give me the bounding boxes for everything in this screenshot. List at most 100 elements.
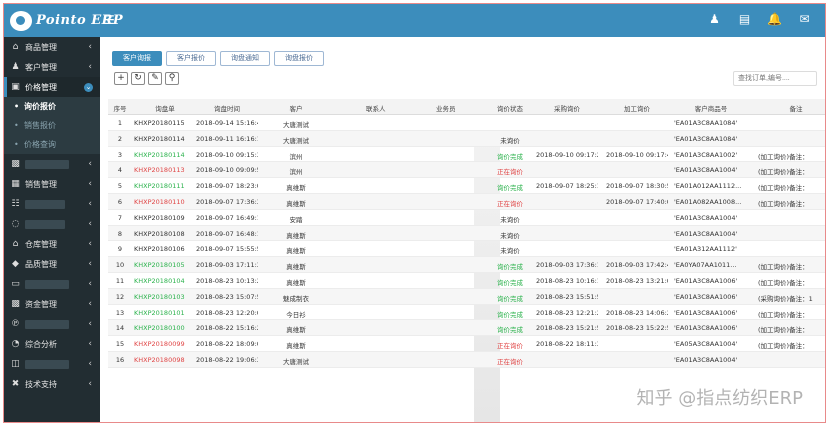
header-inquiry-no[interactable]: 询盘单 [134, 103, 196, 113]
cell-index: 12 [115, 292, 125, 301]
hamburger-icon[interactable]: ☰ [104, 14, 116, 26]
table-row[interactable]: 9 KHXP201801062018-09-07 15:55:57 真维斯 未询价 'E… [108, 241, 825, 258]
user-icon[interactable]: ♟ [708, 12, 721, 26]
cell-inquiry-no[interactable]: KHXP20180104 [134, 277, 196, 285]
sidebar-item-analysis[interactable]: ◔ 综合分析 ‹ [4, 334, 100, 354]
sidebar-item-customers[interactable]: ♟ 客户管理 ‹ [4, 57, 100, 77]
search-icon[interactable]: ⚲ [165, 72, 179, 85]
cell-inquiry-no[interactable]: KHXP20180106 [134, 245, 196, 253]
table-row[interactable]: 13 KHXP201801012018-08-23 12:20:08 今日衫 询价完成… [108, 305, 825, 321]
tab-inquiry-quote[interactable]: 询盘报价 [274, 51, 324, 66]
table-row[interactable]: 10 KHXP201801052018-09-03 17:11:39 真维斯 询价完成… [108, 257, 825, 273]
sidebar-item-products[interactable]: ⌂ 商品管理 ‹ [4, 37, 100, 57]
sidebar-item-support[interactable]: ✖ 技术支持 ‹ [4, 374, 100, 394]
table-row[interactable]: 1 KHXP201801152018-09-14 15:16:43 大唐测试 'EA0… [108, 115, 825, 131]
cell-index: 6 [117, 197, 123, 206]
edit-icon[interactable]: ✎ [148, 72, 162, 85]
cell-inquiry-no[interactable]: KHXP20180109 [134, 214, 196, 222]
sidebar-subitem-sales-quote[interactable]: • 销售报价 [4, 116, 100, 135]
header-customer-product-no[interactable]: 客户商品号 [674, 103, 748, 113]
table-row[interactable]: 8 KHXP201801082018-09-07 16:48:13 真维斯 未询价 'E… [108, 225, 825, 242]
cell-customer: 真维斯 [286, 278, 306, 287]
sidebar-item-sales[interactable]: ▦ 销售管理 ‹ [4, 174, 100, 194]
sidebar-item-redacted-1[interactable]: ▩ ‹ [4, 154, 100, 174]
cell-process-quote: 2018-08-23 13:21:07 [606, 276, 668, 285]
table-row[interactable]: 6 KHXP201801102018-09-07 17:36:34 真维斯 正在询价 2… [108, 193, 825, 210]
chevron-down-icon: ⌄ [84, 82, 93, 92]
cell-status: 询价完成 [497, 278, 523, 287]
sidebar-item-redacted-2[interactable]: ☷ ‹ [4, 194, 100, 214]
cell-remarks: (加工询价)备注： [758, 310, 809, 319]
mail-icon[interactable]: ✉ [798, 12, 811, 26]
sidebar-item-redacted-3[interactable]: ◌ ‹ [4, 214, 100, 234]
table-row[interactable]: 15 KHXP201800992018-08-22 18:09:01 真维斯 正在询价… [108, 336, 825, 352]
cell-inquiry-no[interactable]: KHXP20180105 [134, 261, 196, 269]
header-contact[interactable]: 联系人 [366, 103, 406, 113]
cell-index: 16 [115, 355, 125, 364]
cell-index: 13 [115, 308, 125, 317]
cell-inquiry-no[interactable]: KHXP20180098 [134, 356, 196, 364]
sidebar-item-quality[interactable]: ◆ 品质管理 ‹ [4, 254, 100, 274]
chevron-left-icon: ‹ [88, 239, 92, 249]
table-row[interactable]: 5 KHXP201801112018-09-07 18:23:01 真维斯 询价完成 2… [108, 178, 825, 194]
cell-inquiry-no[interactable]: KHXP20180101 [134, 309, 196, 317]
header-process-quote[interactable]: 加工询价 [606, 103, 668, 113]
header-remarks[interactable]: 备注 [758, 103, 825, 113]
sidebar-item-redacted-6[interactable]: ◫ ‹ [4, 354, 100, 374]
document-icon[interactable]: ▤ [738, 12, 751, 26]
table-row[interactable]: 2 KHXP201801142018-09-11 16:16:13 大唐测试 未询价 '… [108, 130, 825, 147]
sidebar-subitem-price-query[interactable]: • 价格查询 [4, 135, 100, 154]
cell-inquiry-no[interactable]: KHXP20180099 [134, 340, 196, 348]
cell-inquiry-no[interactable]: KHXP20180113 [134, 166, 196, 174]
cell-status: 询价完成 [497, 294, 523, 303]
table-row[interactable]: 4 KHXP201801132018-09-10 09:09:59 滨州 正在询价 'E… [108, 162, 825, 179]
search-input[interactable] [733, 71, 817, 86]
cell-status: 询价完成 [497, 263, 523, 272]
tab-inquiry-notice[interactable]: 询盘通知 [220, 51, 270, 66]
cell-inquiry-no[interactable]: KHXP20180115 [134, 119, 196, 127]
header-salesperson[interactable]: 业务员 [436, 103, 466, 113]
redacted-label [25, 199, 65, 209]
table-row[interactable]: 3 KHXP201801142018-09-10 09:15:38 滨州 询价完成 20… [108, 147, 825, 163]
chevron-left-icon: ‹ [88, 359, 92, 369]
sidebar-item-label: 仓库管理 [25, 239, 57, 249]
header-status[interactable]: 询价状态 [490, 103, 530, 113]
table-row[interactable]: 11 KHXP201801042018-08-23 10:13:26 真维斯 询价完成… [108, 273, 825, 289]
cell-inquiry-no[interactable]: KHXP20180114 [134, 135, 196, 143]
bell-icon[interactable]: 🔔 [767, 12, 782, 26]
cell-remarks: (采购询价)备注：1 [758, 294, 813, 303]
cell-inquiry-no[interactable]: KHXP20180114 [134, 151, 196, 159]
sidebar-item-pricing[interactable]: ▣ 价格管理 ⌄ [4, 77, 100, 97]
sidebar-item-warehouse[interactable]: ⌂ 仓库管理 ‹ [4, 234, 100, 254]
table-row[interactable]: 7 KHXP201801092018-09-07 16:49:14 安踏 未询价 'EA… [108, 210, 825, 226]
sidebar-item-redacted-5[interactable]: ℗ ‹ [4, 314, 100, 334]
cell-index: 4 [117, 166, 123, 175]
table-row[interactable]: 16 KHXP201800982018-08-22 19:06:34 大唐测试 正在询… [108, 351, 825, 368]
header-inquiry-time[interactable]: 询盘时间 [196, 103, 258, 113]
cell-inquiry-no[interactable]: KHXP20180111 [134, 182, 196, 190]
sidebar-item-label: 资金管理 [25, 299, 57, 309]
table-row[interactable]: 12 KHXP201801032018-08-23 15:07:53 魅成制衣 询价完… [108, 288, 825, 305]
add-icon[interactable]: + [114, 72, 128, 85]
cell-customer: 真维斯 [286, 247, 306, 256]
sidebar-item-finance[interactable]: ▩ 资金管理 ‹ [4, 294, 100, 314]
header-purchase-quote[interactable]: 采购询价 [536, 103, 598, 113]
sidebar-item-label: 技术支持 [25, 379, 57, 389]
cell-inquiry-no[interactable]: KHXP20180108 [134, 230, 196, 238]
tab-customer-quote[interactable]: 客户报价 [166, 51, 216, 66]
redacted-label [25, 359, 69, 369]
tab-customer-inquiry[interactable]: 客户询报 [112, 51, 162, 66]
redacted-label [25, 279, 69, 289]
sidebar-item-redacted-4[interactable]: ▭ ‹ [4, 274, 100, 294]
cell-inquiry-no[interactable]: KHXP20180110 [134, 198, 196, 206]
bullet-icon: • [14, 140, 19, 149]
cell-purchase-quote: 2018-09-07 18:25:19 [536, 182, 598, 191]
refresh-icon[interactable]: ↻ [131, 72, 145, 85]
chevron-left-icon: ‹ [88, 319, 92, 329]
cell-inquiry-no[interactable]: KHXP20180100 [134, 324, 196, 332]
sidebar-subitem-inquiry-quote[interactable]: • 询价报价 [4, 97, 100, 116]
cell-inquiry-no[interactable]: KHXP20180103 [134, 293, 196, 301]
table-row[interactable]: 14 KHXP201801002018-08-22 15:16:21 真维斯 询价完成… [108, 320, 825, 337]
header-customer[interactable]: 客户 [276, 103, 316, 113]
header-index[interactable]: 序号 [112, 103, 128, 113]
